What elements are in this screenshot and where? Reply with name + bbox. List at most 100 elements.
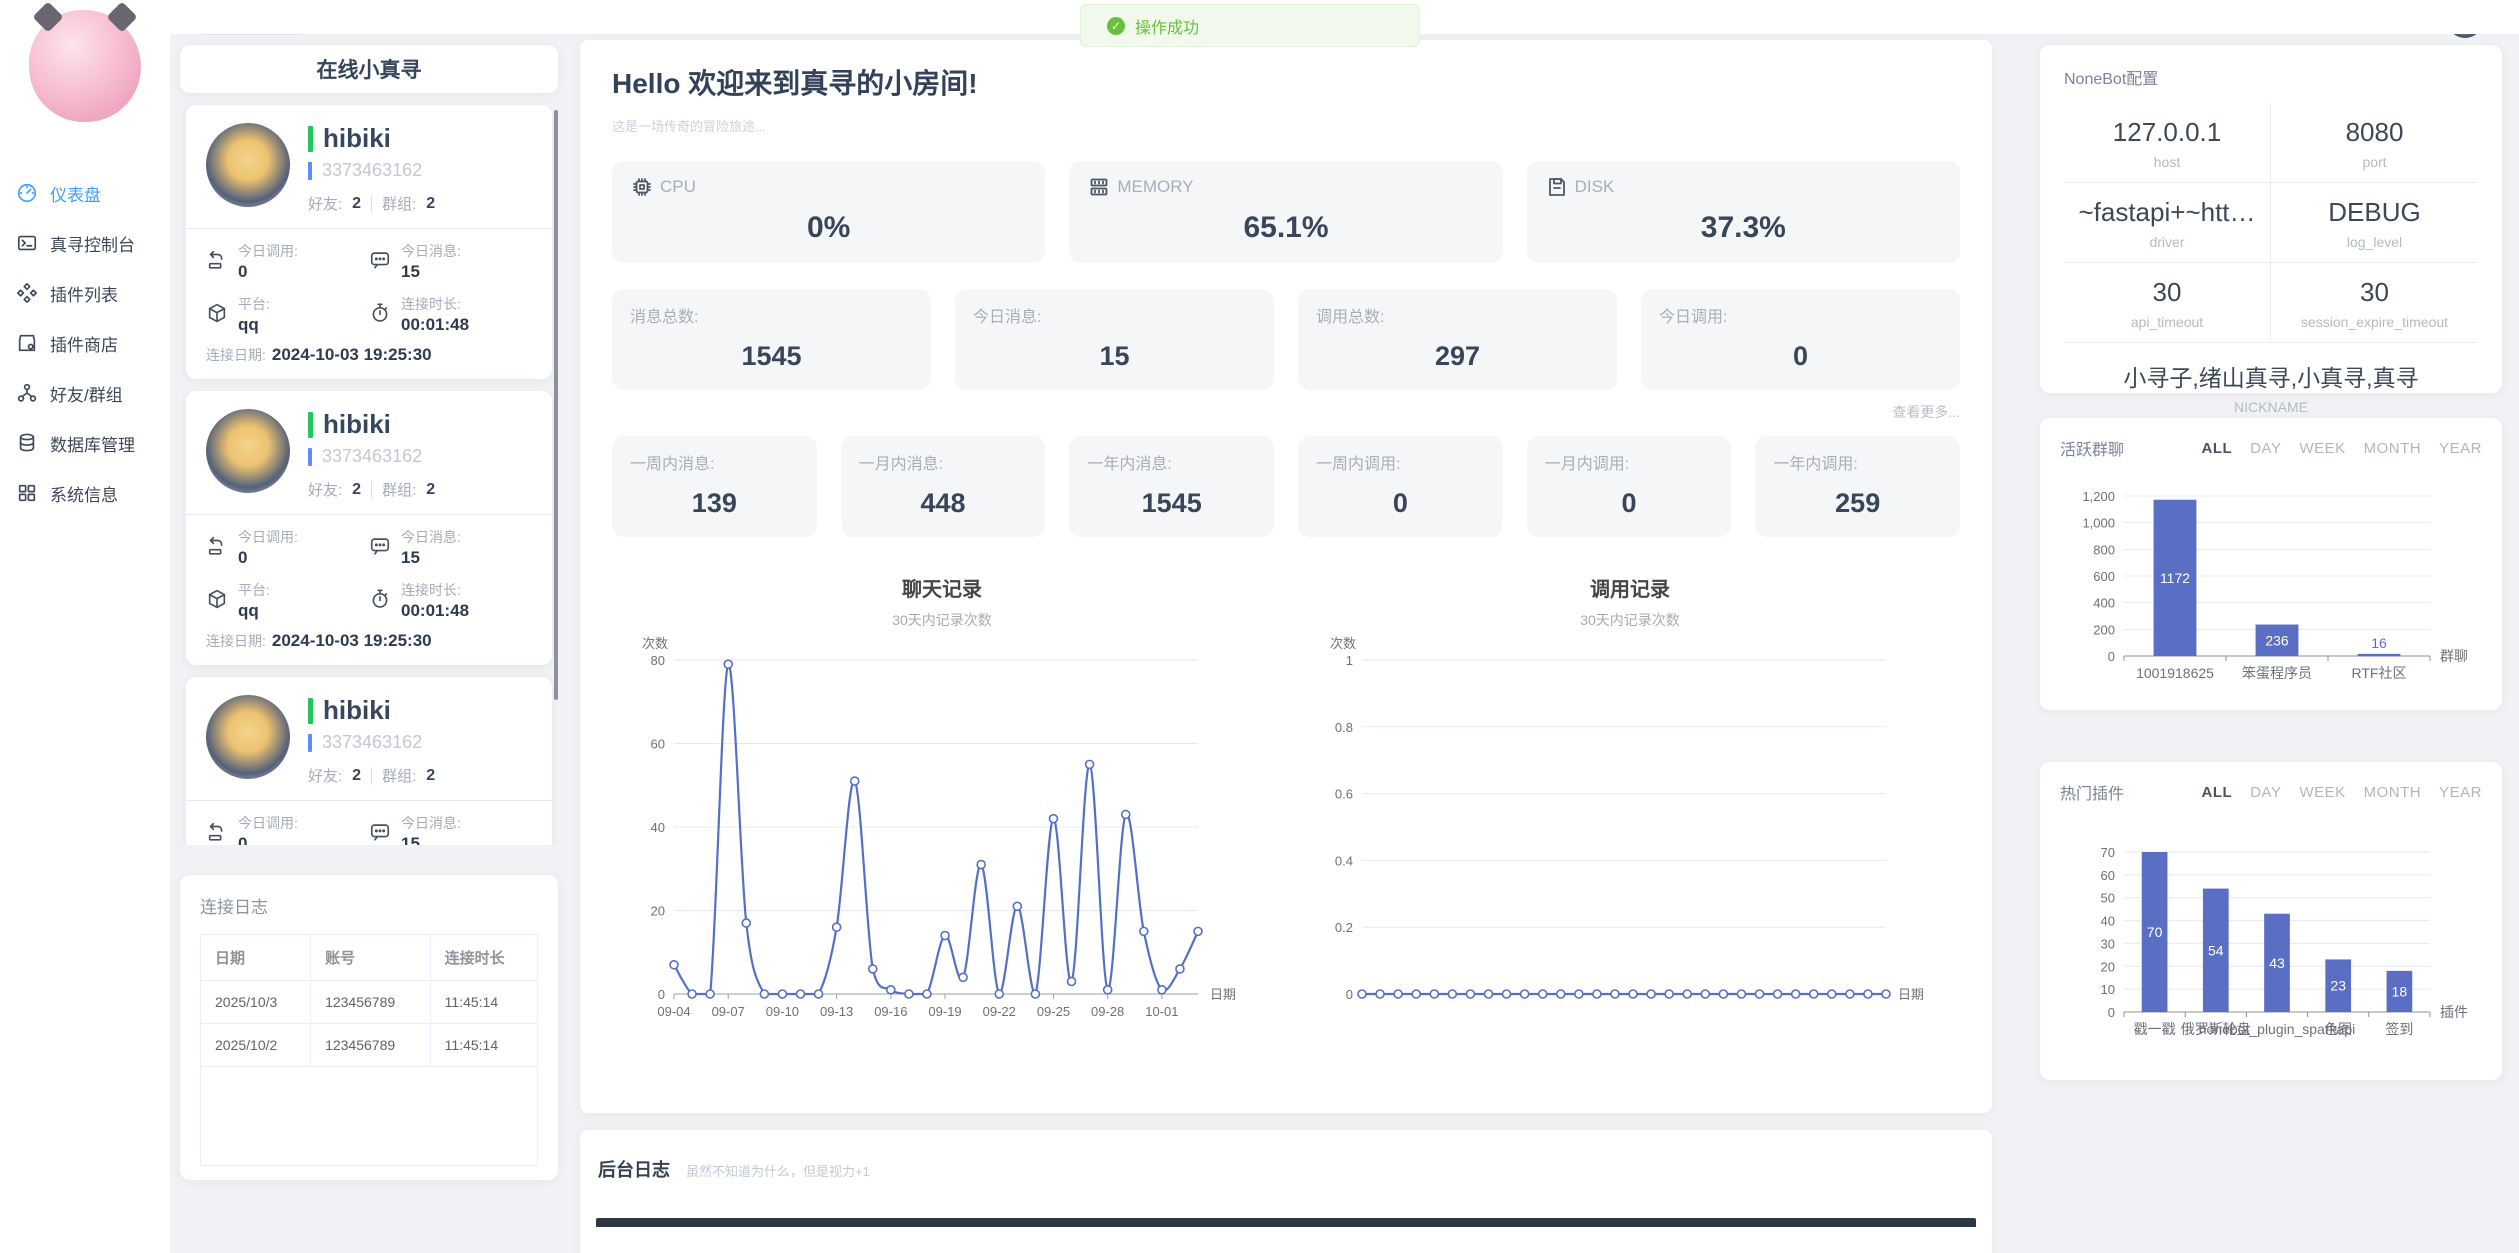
bot-stat-label: 平台: [238,294,270,314]
bot-stat-text: 连接时长:00:01:48 [401,580,469,621]
stat-value: 15 [973,341,1256,372]
bot-stat-text: 今日消息:15 [401,241,461,282]
system-stat-box: CPU0% [612,161,1045,263]
system-stat-label: DISK [1575,177,1615,197]
groups-count: 2 [426,767,435,785]
bot-stat-label: 今日调用: [238,527,298,547]
divider [371,481,372,499]
svg-text:群聊: 群聊 [2440,648,2468,664]
stat-value: 1545 [1087,488,1256,519]
table-cell: 11:45:14 [430,981,537,1024]
stat-value: 297 [1316,341,1599,372]
chat-record-chart: 聊天记录 30天内记录次数 020406080次数日期09-0409-0709-… [622,573,1262,1035]
memory-icon [1087,175,1111,199]
svg-text:1001918625: 1001918625 [2136,665,2214,681]
svg-text:0: 0 [2108,1005,2115,1020]
bot-avatar [206,695,290,779]
bot-list-scrollbar[interactable] [554,110,558,700]
svg-text:400: 400 [2093,596,2115,611]
sidebar-menu: 仪表盘真寻控制台插件列表插件商店好友/群组数据库管理系统信息 [0,168,170,518]
backend-log-card: 后台日志 虽然不知道为什么，但是视力+1 [580,1130,1992,1253]
friends-count: 2 [352,195,361,213]
tab-year[interactable]: YEAR [2439,784,2482,801]
tab-all[interactable]: ALL [2202,440,2233,457]
view-more-link[interactable]: 查看更多... [612,402,1960,422]
system-stat-label: CPU [660,177,696,197]
svg-text:10-01: 10-01 [1145,1004,1178,1019]
message-icon [369,249,391,271]
svg-text:0.4: 0.4 [1335,853,1353,868]
bot-stat-label: 今日消息: [401,527,461,547]
sidebar-item-console[interactable]: 真寻控制台 [0,218,170,268]
groups-count: 2 [426,195,435,213]
sidebar-item-label: 真寻控制台 [50,231,135,256]
stat-value: 0 [1545,488,1714,519]
dashboard-icon [16,182,38,204]
success-toast: ✓ 操作成功 [1080,4,1420,47]
bot-stat-label: 连接时长: [401,580,469,600]
tab-day[interactable]: DAY [2250,440,2281,457]
bar-chart-svg: 01020304050607070戳一戳54俄罗斯轮盘43nonebot_plu… [2060,840,2482,1058]
svg-text:20: 20 [2101,959,2115,974]
bot-card[interactable]: hibiki 3373463162 好友:2 群组:2 今日调用:0今日消息:1… [186,677,552,845]
bot-stat-value: qq [238,601,270,621]
sidebar-item-label: 数据库管理 [50,431,135,456]
table-column-header: 连接时长 [430,935,537,981]
bot-stat: 今日调用:0 [206,527,369,568]
friends-label: 好友: [308,765,342,786]
tab-week[interactable]: WEEK [2299,784,2345,801]
svg-text:16: 16 [2371,635,2387,651]
stat-label: 一周内消息: [630,450,799,474]
sidebar-item-plugin-list[interactable]: 插件列表 [0,268,170,318]
svg-text:30: 30 [2101,936,2115,951]
bot-stat-value: qq [238,315,270,335]
system-stats-row: CPU0%MEMORY65.1%DISK37.3% [612,161,1960,263]
svg-text:236: 236 [2265,632,2289,648]
stat-box: 一周内消息:139 [612,436,817,537]
sidebar-item-plugin-store[interactable]: 插件商店 [0,318,170,368]
call-icon [206,821,228,843]
bot-stats: 今日调用:0今日消息:15平台:qq连接时长:00:01:48 [206,813,532,845]
tab-month[interactable]: MONTH [2364,440,2422,457]
stat-value: 448 [859,488,1028,519]
tab-day[interactable]: DAY [2250,784,2281,801]
tab-month[interactable]: MONTH [2364,784,2422,801]
bot-name: hibiki [323,409,391,440]
svg-text:09-28: 09-28 [1091,1004,1124,1019]
page-title: Hello 欢迎来到真寻的小房间! [612,62,1960,102]
bot-stat: 平台:qq [206,580,369,621]
svg-text:43: 43 [2269,955,2285,971]
line-chart-svg: 020406080次数日期09-0409-0709-1009-1309-1609… [622,630,1262,1030]
table-column-header: 日期 [201,935,311,981]
bot-card[interactable]: hibiki 3373463162 好友:2 群组:2 今日调用:0今日消息:1… [186,105,552,379]
sidebar-item-dashboard[interactable]: 仪表盘 [0,168,170,218]
svg-text:插件: 插件 [2440,1004,2468,1020]
check-icon: ✓ [1107,17,1125,35]
tab-week[interactable]: WEEK [2299,440,2345,457]
sidebar-item-database[interactable]: 数据库管理 [0,418,170,468]
sidebar-item-friends[interactable]: 好友/群组 [0,368,170,418]
duration-icon [369,588,391,610]
bot-stats: 今日调用:0今日消息:15平台:qq连接时长:00:01:48 [206,527,532,621]
line-chart-svg: 00.20.40.60.81次数日期 [1310,630,1950,1030]
tab-year[interactable]: YEAR [2439,440,2482,457]
stat-label: 一年内消息: [1087,450,1256,474]
tab-all[interactable]: ALL [2202,784,2233,801]
config-value: 127.0.0.1 [2070,117,2264,148]
groups-label: 群组: [382,479,416,500]
sidebar-item-system-info[interactable]: 系统信息 [0,468,170,518]
friends-icon [16,382,38,404]
svg-text:0: 0 [658,987,665,1002]
svg-text:800: 800 [2093,542,2115,557]
config-label: NICKNAME [2064,399,2478,415]
system-info-icon [16,482,38,504]
chart-plot: 00.20.40.60.81次数日期 [1310,630,1950,1035]
bot-stat-value: 0 [238,262,298,282]
bot-card[interactable]: hibiki 3373463162 好友:2 群组:2 今日调用:0今日消息:1… [186,391,552,665]
svg-text:0.2: 0.2 [1335,920,1353,935]
connection-log-table: 日期账号连接时长2025/10/312345678911:45:142025/1… [200,934,538,1166]
bot-stat-text: 连接时长:00:01:48 [401,294,469,335]
bot-stat-label: 平台: [238,580,270,600]
connect-date: 2024-10-03 19:25:30 [272,345,432,364]
bot-stat-value: 15 [401,262,461,282]
